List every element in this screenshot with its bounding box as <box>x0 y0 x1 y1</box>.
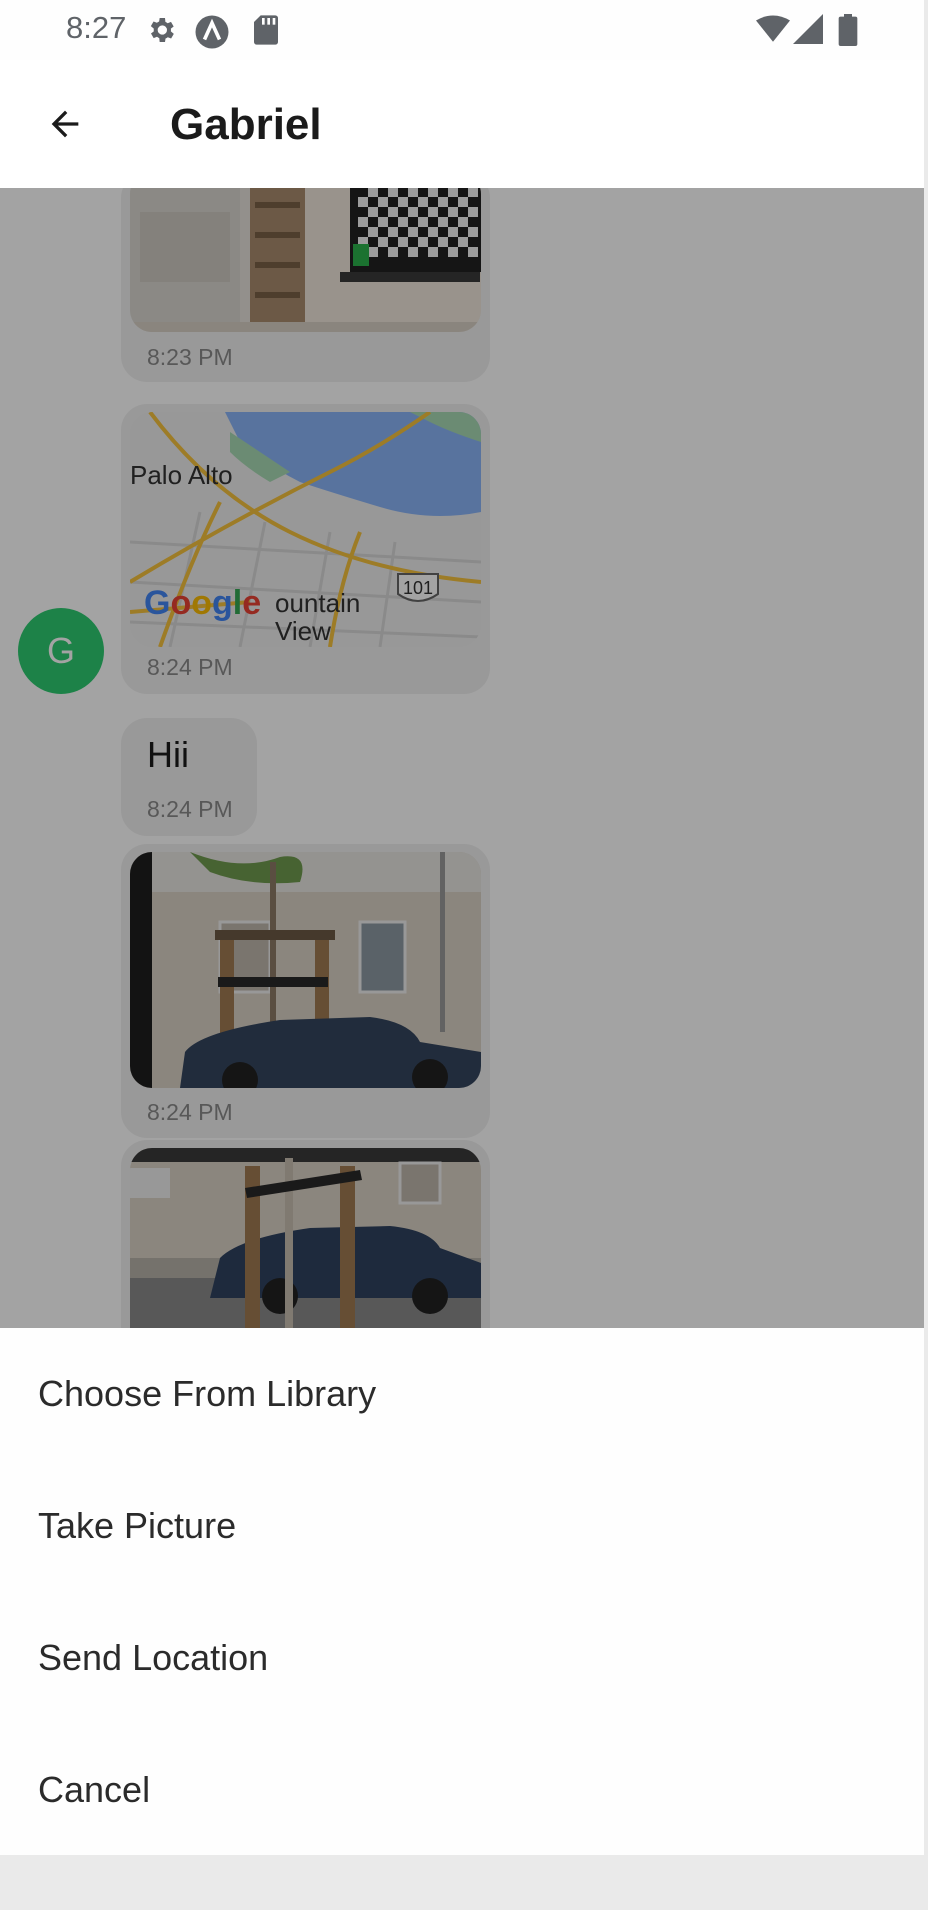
action-label: Send Location <box>38 1637 269 1678</box>
take-picture-button[interactable]: Take Picture <box>0 1460 924 1592</box>
send-location-button[interactable]: Send Location <box>0 1592 924 1724</box>
arrow-left-icon <box>51 110 79 138</box>
action-label: Take Picture <box>38 1505 237 1546</box>
wifi-icon <box>756 14 790 49</box>
signal-icon <box>793 14 823 49</box>
choose-from-library-button[interactable]: Choose From Library <box>0 1328 924 1460</box>
back-button[interactable] <box>32 94 98 154</box>
page-title: Gabriel <box>170 100 322 149</box>
cancel-button[interactable]: Cancel <box>0 1724 924 1855</box>
a-icon <box>194 14 230 55</box>
status-bar: 8:27 <box>0 0 924 60</box>
app-root: 8:27 Gabriel 8:23 PM Palo Alto Google ou… <box>0 0 928 1910</box>
modal-scrim[interactable] <box>0 188 924 1328</box>
status-time: 8:27 <box>66 10 127 45</box>
action-label: Choose From Library <box>38 1373 377 1414</box>
chat-header: Gabriel <box>0 60 924 188</box>
battery-icon <box>838 14 858 51</box>
sd-card-icon <box>252 14 280 51</box>
phone-screen: 8:27 Gabriel 8:23 PM Palo Alto Google ou… <box>0 0 924 1855</box>
action-sheet: Choose From Library Take Picture Send Lo… <box>0 1328 924 1855</box>
action-label: Cancel <box>38 1769 151 1810</box>
gear-icon <box>145 14 177 51</box>
